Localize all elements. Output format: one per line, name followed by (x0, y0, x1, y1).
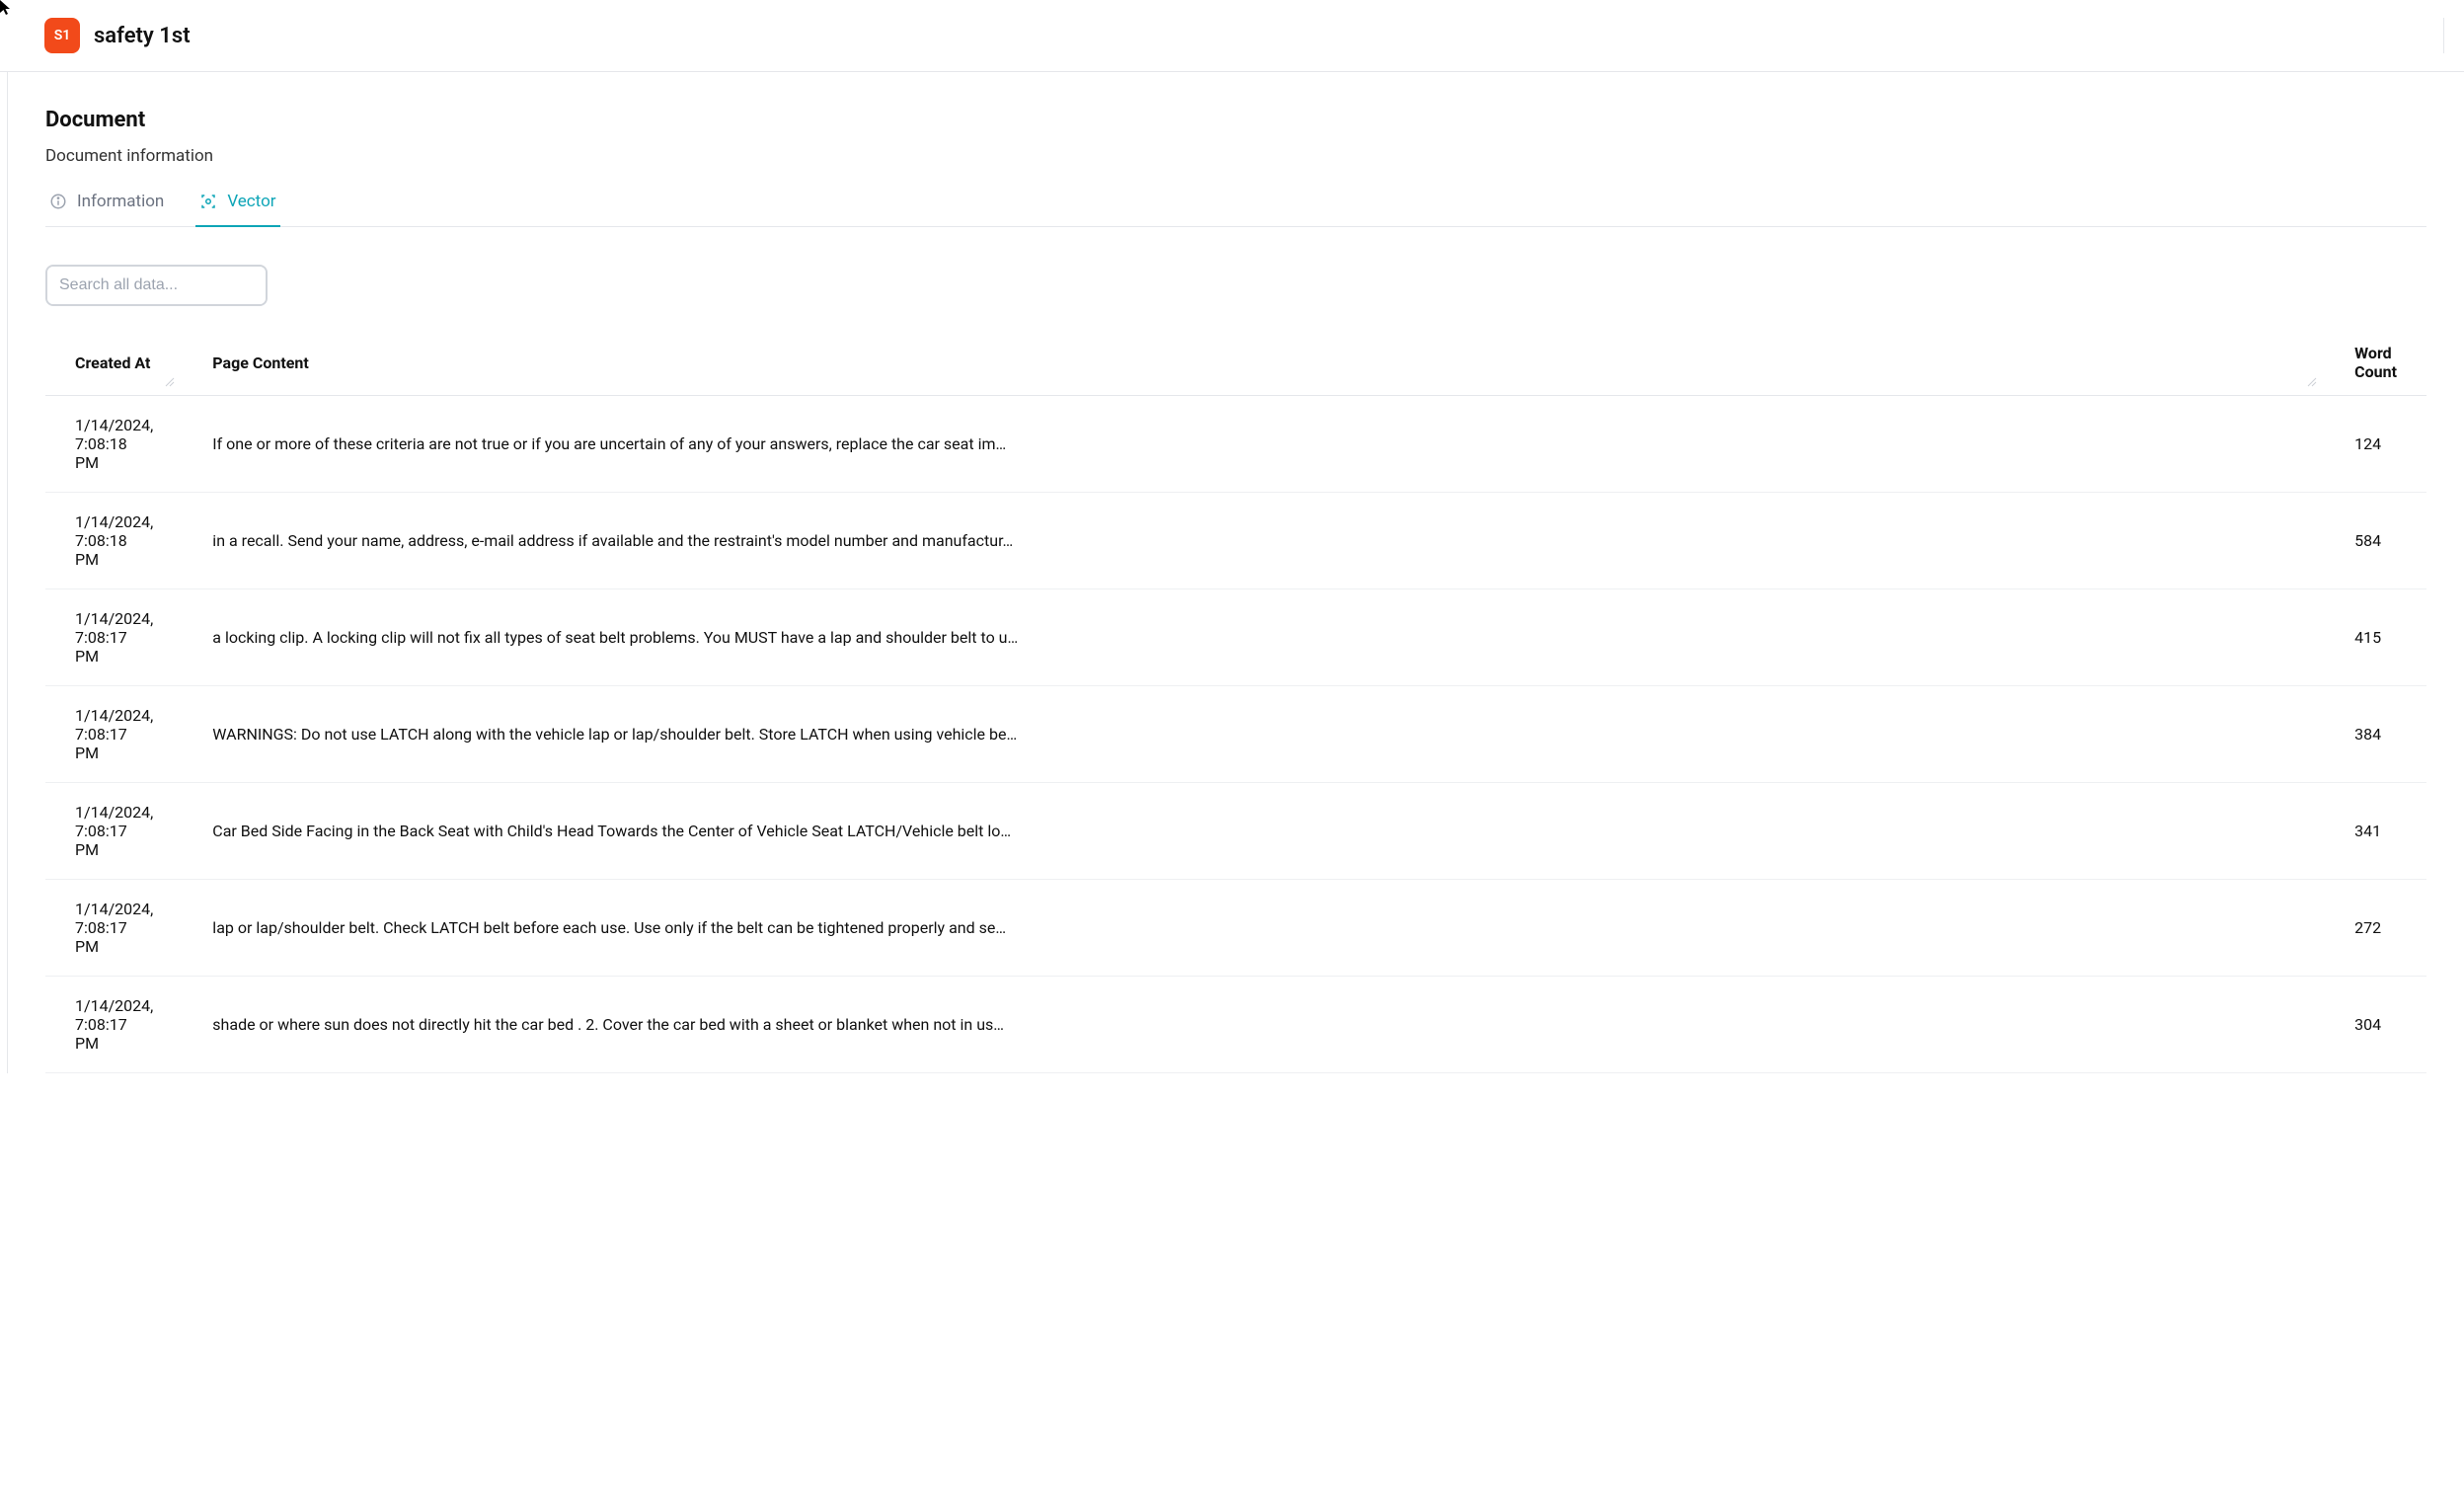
app-title: safety 1st (94, 24, 191, 48)
cell-word-count: 272 (2325, 880, 2426, 977)
search-input[interactable] (47, 267, 268, 304)
cell-created-at: 1/14/2024, 7:08:17 PM (45, 977, 183, 1073)
app-badge: S1 (44, 18, 80, 53)
tab-information[interactable]: Information (45, 184, 168, 227)
col-word-count[interactable]: Word Count (2325, 330, 2426, 396)
cell-page-content: in a recall. Send your name, address, e-… (183, 493, 2325, 589)
table-row[interactable]: 1/14/2024, 7:08:17 PMWARNINGS: Do not us… (45, 686, 2426, 783)
table-row[interactable]: 1/14/2024, 7:08:17 PMlap or lap/shoulder… (45, 880, 2426, 977)
col-word-count-label: Word Count (2354, 344, 2397, 381)
page-subheading: Document information (45, 146, 2426, 166)
cell-created-at: 1/14/2024, 7:08:18 PM (45, 493, 183, 589)
app-badge-text: S1 (54, 28, 71, 43)
cell-created-at: 1/14/2024, 7:08:18 PM (45, 396, 183, 493)
main-content: Document Document information Informatio… (8, 72, 2464, 1073)
vector-icon (199, 193, 217, 210)
cell-word-count: 415 (2325, 589, 2426, 686)
cell-page-content: lap or lap/shoulder belt. Check LATCH be… (183, 880, 2325, 977)
topbar: S1 safety 1st (0, 0, 2464, 72)
cell-word-count: 584 (2325, 493, 2426, 589)
cell-created-at: 1/14/2024, 7:08:17 PM (45, 880, 183, 977)
cell-created-at: 1/14/2024, 7:08:17 PM (45, 686, 183, 783)
col-page-content[interactable]: Page Content (183, 330, 2325, 396)
table-row[interactable]: 1/14/2024, 7:08:17 PMa locking clip. A l… (45, 589, 2426, 686)
cell-created-at: 1/14/2024, 7:08:17 PM (45, 589, 183, 686)
cell-created-at: 1/14/2024, 7:08:17 PM (45, 783, 183, 880)
table-row[interactable]: 1/14/2024, 7:08:17 PMCar Bed Side Facing… (45, 783, 2426, 880)
cell-page-content: a locking clip. A locking clip will not … (183, 589, 2325, 686)
resize-handle-icon (165, 377, 175, 387)
col-created-at[interactable]: Created At (45, 330, 183, 396)
cell-word-count: 124 (2325, 396, 2426, 493)
cell-word-count: 384 (2325, 686, 2426, 783)
mouse-cursor-icon (0, 0, 16, 16)
table-row[interactable]: 1/14/2024, 7:08:18 PMin a recall. Send y… (45, 493, 2426, 589)
topbar-divider (2443, 18, 2444, 53)
tab-vector-label: Vector (227, 192, 275, 211)
table-row[interactable]: 1/14/2024, 7:08:18 PMIf one or more of t… (45, 396, 2426, 493)
data-table: Created At Page Content Word Count 1/14/… (45, 330, 2426, 1073)
page-heading: Document (45, 108, 2426, 132)
tab-vector[interactable]: Vector (195, 184, 279, 227)
cell-page-content: If one or more of these criteria are not… (183, 396, 2325, 493)
tab-information-label: Information (77, 192, 164, 211)
cell-word-count: 304 (2325, 977, 2426, 1073)
cell-word-count: 341 (2325, 783, 2426, 880)
resize-handle-icon (2307, 377, 2317, 387)
tabs: Information Vector (45, 184, 2426, 227)
table-header-row: Created At Page Content Word Count (45, 330, 2426, 396)
table-row[interactable]: 1/14/2024, 7:08:17 PMshade or where sun … (45, 977, 2426, 1073)
col-page-content-label: Page Content (212, 353, 308, 372)
cell-page-content: WARNINGS: Do not use LATCH along with th… (183, 686, 2325, 783)
cell-page-content: Car Bed Side Facing in the Back Seat wit… (183, 783, 2325, 880)
cell-page-content: shade or where sun does not directly hit… (183, 977, 2325, 1073)
col-created-at-label: Created At (75, 353, 150, 372)
info-icon (49, 193, 67, 210)
search-container (45, 265, 268, 306)
